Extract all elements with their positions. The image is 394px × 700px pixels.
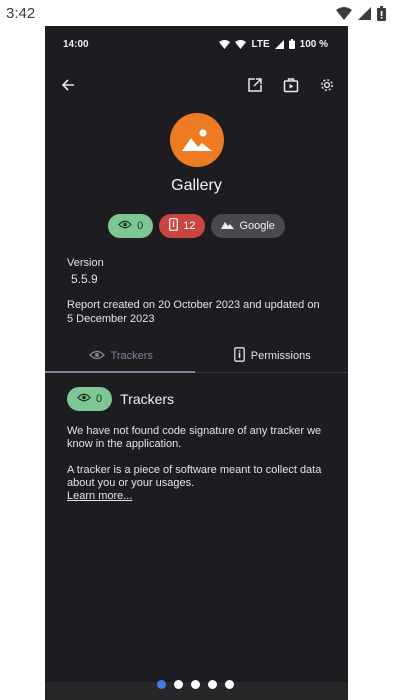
page-dot-1[interactable] <box>157 680 166 689</box>
status-bar: 14:00 LTE 100 % <box>45 26 348 62</box>
eye-icon <box>118 220 132 232</box>
phone-info-icon <box>233 347 245 365</box>
phone-info-icon <box>169 218 179 234</box>
page-dot-4[interactable] <box>208 680 217 689</box>
tab-permissions[interactable]: Permissions <box>197 340 349 372</box>
battery-alert-icon <box>377 5 386 21</box>
report-text: Report created on 20 October 2023 and up… <box>67 299 320 325</box>
learn-more-link[interactable]: Learn more... <box>67 490 132 503</box>
version-label: Version <box>67 257 104 269</box>
app-header: Gallery <box>45 108 348 195</box>
wifi-icon <box>235 39 247 49</box>
app-screen: 14:00 LTE 100 % Gallery 0 12 Google Vers… <box>45 26 348 700</box>
battery-level: 100 % <box>299 38 328 50</box>
tab-trackers-label: Trackers <box>110 350 153 362</box>
tab-trackers[interactable]: Trackers <box>45 340 197 372</box>
tab-bar: Trackers Permissions <box>45 340 348 373</box>
device-status-bar: 3:42 <box>0 0 394 26</box>
trackers-badge[interactable]: 0 <box>108 214 154 238</box>
trackers-header: 0 Trackers <box>45 373 348 411</box>
app-name: Gallery <box>171 177 222 194</box>
trackers-description: We have not found code signature of any … <box>45 425 348 503</box>
wifi-icon <box>336 6 352 20</box>
battery-icon <box>288 39 295 49</box>
tab-permissions-label: Permissions <box>250 350 311 362</box>
trackers-paragraph-2: A tracker is a piece of software meant t… <box>67 464 322 489</box>
trackers-count: 0 <box>137 220 144 232</box>
eye-icon <box>77 393 91 405</box>
signal-icon <box>358 6 371 20</box>
network-type: LTE <box>251 38 270 50</box>
gallery-app-icon <box>169 113 224 167</box>
tab-indicator <box>45 371 195 373</box>
eye-icon <box>88 350 105 363</box>
page-dot-3[interactable] <box>191 680 200 689</box>
permissions-badge[interactable]: 12 <box>159 214 206 238</box>
device-clock: 3:42 <box>6 4 36 22</box>
open-external-icon[interactable] <box>244 74 266 96</box>
signal-icon <box>274 39 284 49</box>
badge-row: 0 12 Google <box>45 214 348 238</box>
page-dot-2[interactable] <box>174 680 183 689</box>
toolbar <box>45 62 348 108</box>
trackers-paragraph-1: We have not found code signature of any … <box>67 425 322 450</box>
status-time: 14:00 <box>63 38 89 50</box>
store-icon <box>221 220 235 232</box>
trackers-title: Trackers <box>120 391 175 407</box>
back-arrow-icon[interactable] <box>57 74 79 96</box>
source-badge[interactable]: Google <box>211 214 285 238</box>
trackers-section-count: 0 <box>96 393 103 405</box>
permissions-count: 12 <box>183 220 196 232</box>
page-dot-5[interactable] <box>225 680 234 689</box>
settings-gear-icon[interactable] <box>316 74 338 96</box>
app-info: Version 5.5.9 Report created on 20 Octob… <box>45 256 348 326</box>
data-saver-icon <box>219 39 231 49</box>
page-indicator <box>157 680 234 689</box>
source-label: Google <box>239 220 275 232</box>
trackers-count-badge: 0 <box>67 387 113 411</box>
app-store-icon[interactable] <box>280 74 302 96</box>
version-value: 5.5.9 <box>71 272 98 286</box>
